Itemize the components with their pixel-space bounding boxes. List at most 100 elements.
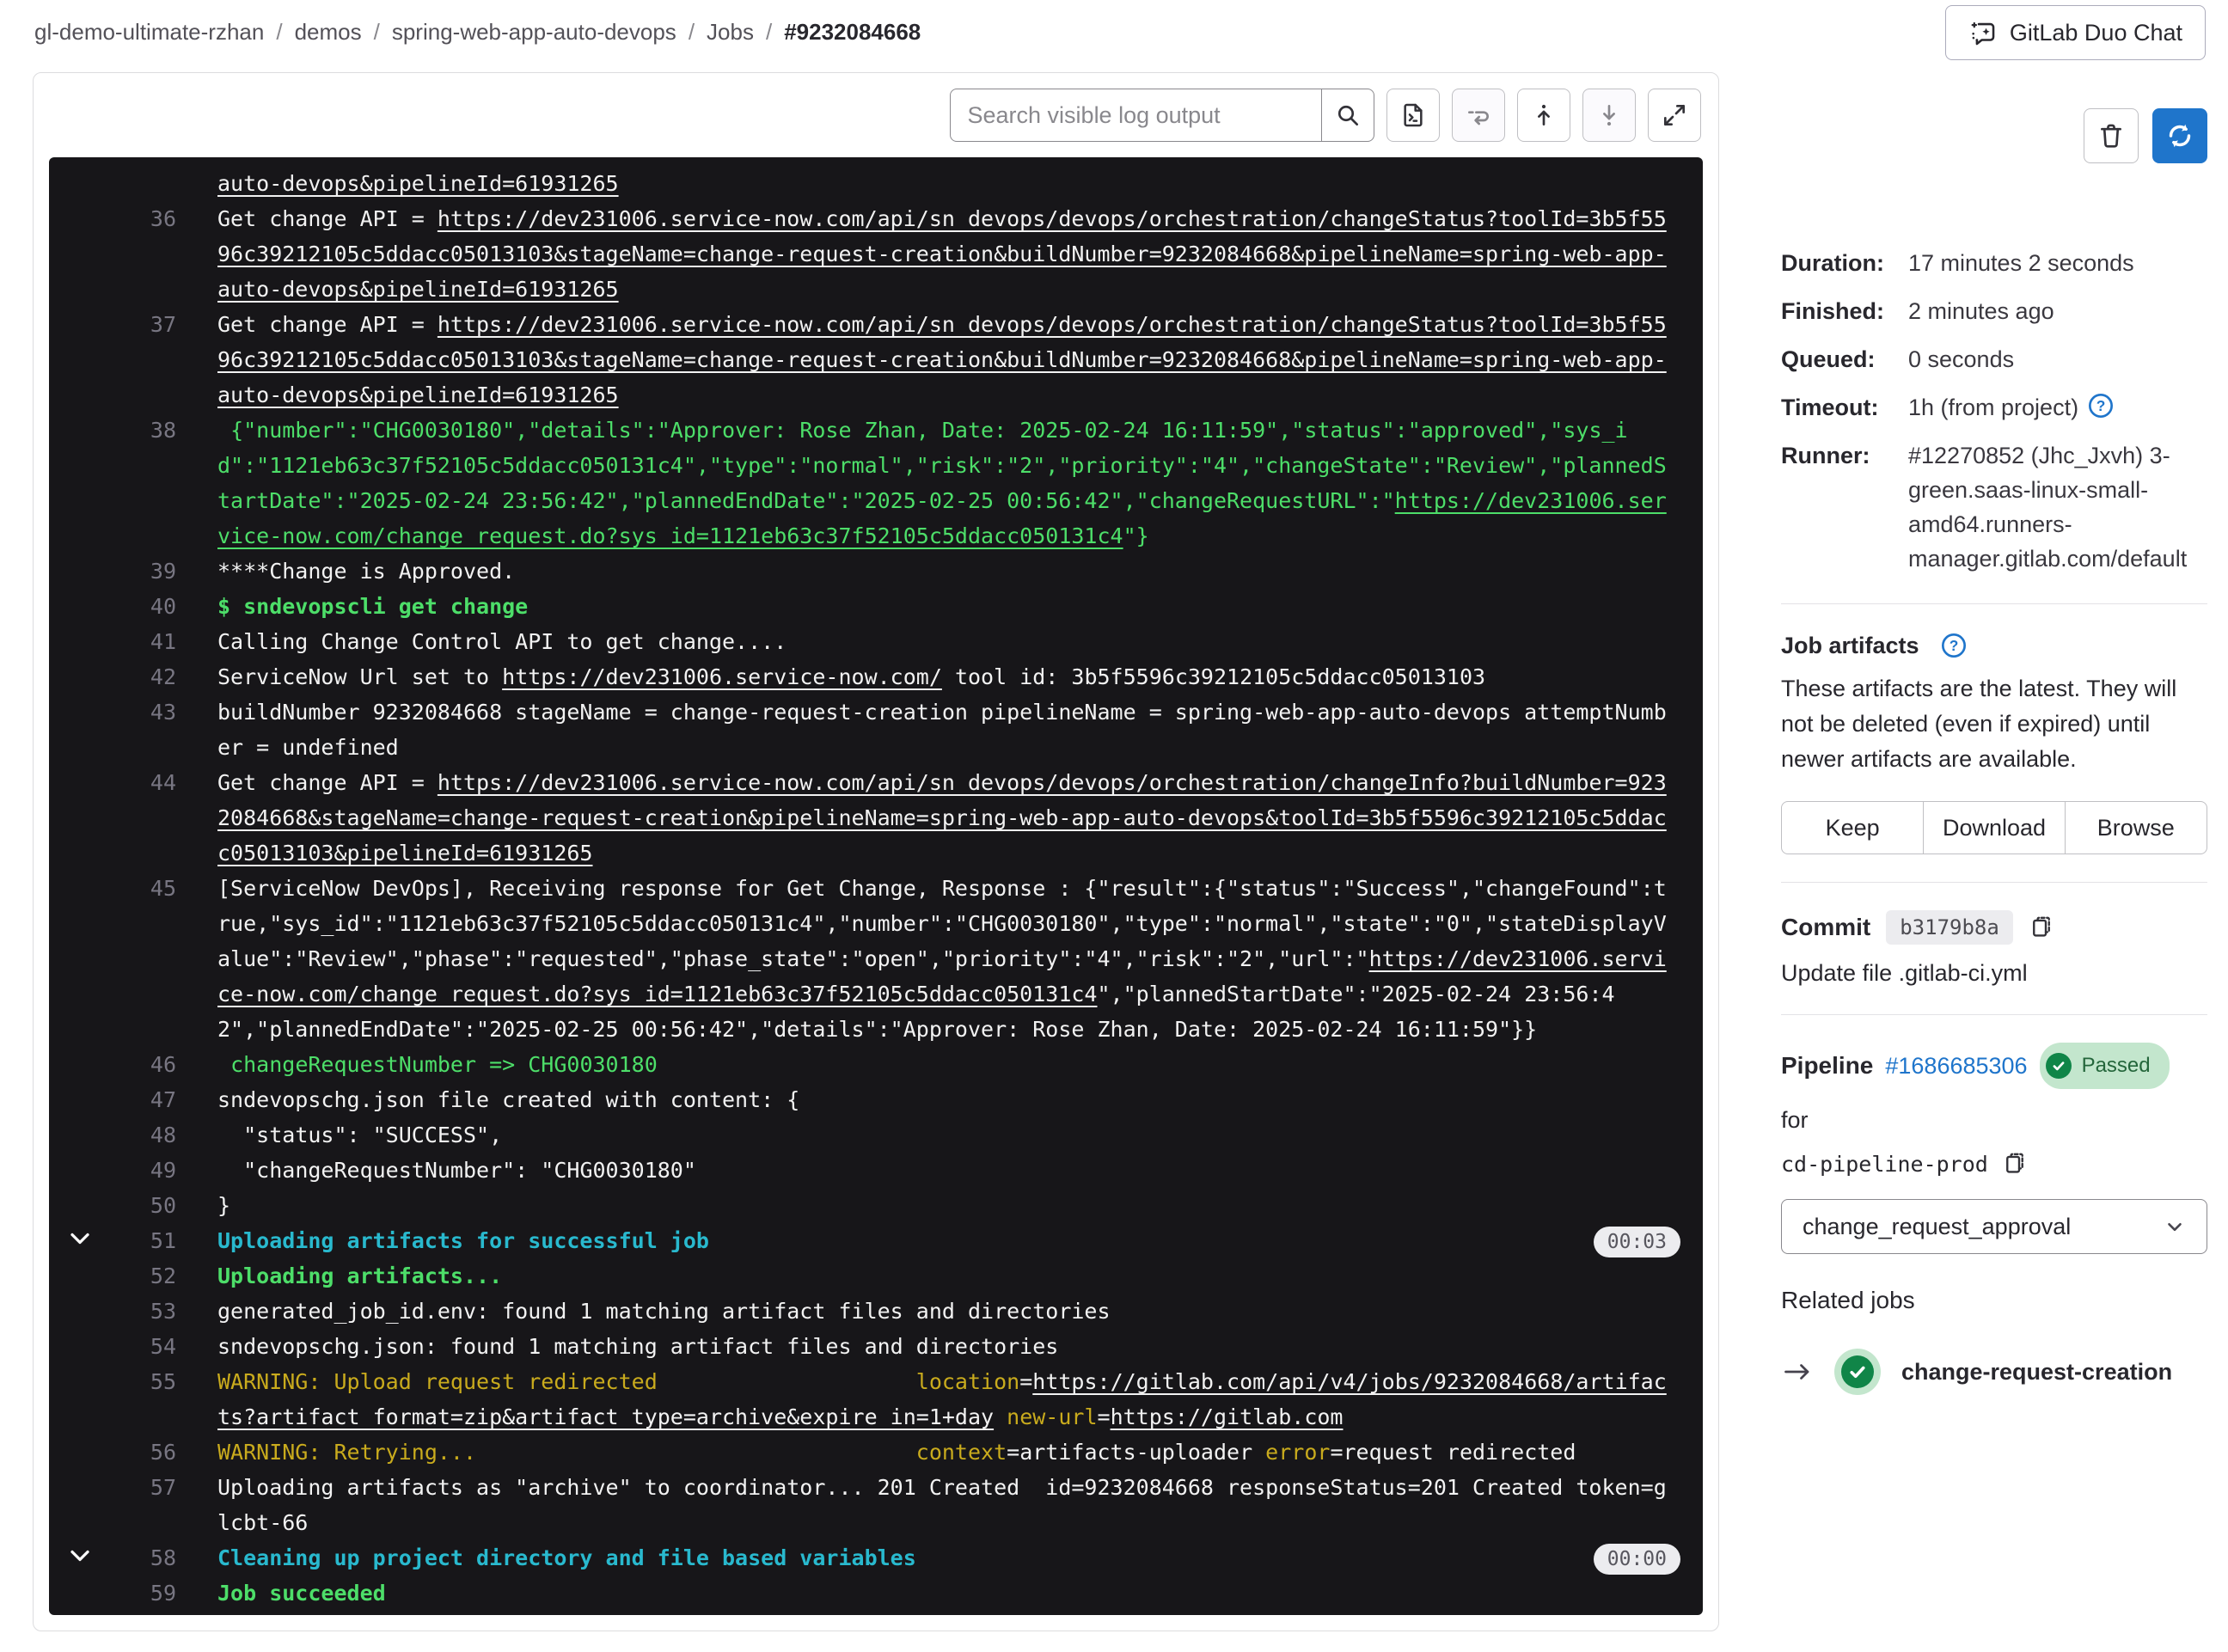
- scroll-to-bottom-button[interactable]: [1582, 89, 1636, 142]
- search-input[interactable]: [949, 89, 1323, 142]
- log-line-number[interactable]: 58: [49, 1540, 176, 1576]
- log-line: 59 Job succeeded: [49, 1576, 1703, 1611]
- log-line-number[interactable]: 38: [49, 413, 176, 448]
- log-toolbar: [949, 89, 1701, 142]
- log-line-number[interactable]: 50: [49, 1188, 176, 1223]
- browse-artifacts-button[interactable]: Browse: [2064, 801, 2207, 854]
- log-line: 54 sndevopschg.json: found 1 matching art…: [49, 1329, 1703, 1364]
- help-icon[interactable]: ?: [1940, 632, 1968, 659]
- gitlab-duo-chat-button[interactable]: GitLab Duo Chat: [1944, 5, 2206, 60]
- log-text: sndevopschg.json: found 1 matching artif…: [217, 1334, 1059, 1359]
- log-text: "status": "SUCCESS",: [217, 1123, 503, 1147]
- pipeline-status-badge[interactable]: Passed: [2039, 1043, 2170, 1089]
- duo-chat-label: GitLab Duo Chat: [2009, 19, 2182, 46]
- pipeline-id-link[interactable]: #1686685306: [1885, 1047, 2027, 1085]
- help-icon[interactable]: ?: [2087, 392, 2115, 419]
- erase-job-log-button[interactable]: [2084, 108, 2139, 163]
- log-line: 38 {"number":"CHG0030180","details":"App…: [49, 413, 1703, 554]
- pipeline-section: Pipeline #1686685306 Passed for cd-pipel…: [1781, 1043, 2207, 1254]
- log-line-number[interactable]: 57: [49, 1470, 176, 1505]
- log-line-number[interactable]: 42: [49, 659, 176, 694]
- log-line-text: auto-devops&pipelineId=61931265: [217, 166, 1674, 201]
- commit-sha-badge[interactable]: b3179b8a: [1886, 910, 2013, 945]
- log-line-text: Uploading artifacts for successful job: [217, 1223, 1674, 1258]
- log-line-number[interactable]: 40: [49, 589, 176, 624]
- log-text: }: [217, 1193, 231, 1218]
- log-line-number[interactable]: 49: [49, 1153, 176, 1188]
- fullscreen-button[interactable]: [1648, 89, 1701, 142]
- log-line-number[interactable]: 52: [49, 1258, 176, 1294]
- log-line: 55 WARNING: Upload request redirected loc…: [49, 1364, 1703, 1435]
- show-raw-log-button[interactable]: [1386, 89, 1440, 142]
- detail-label: Queued:: [1781, 346, 1876, 372]
- log-line-number[interactable]: 53: [49, 1294, 176, 1329]
- related-job-name: change-request-creation: [1901, 1358, 2173, 1385]
- log-line-number[interactable]: 47: [49, 1082, 176, 1117]
- breadcrumb-group[interactable]: gl-demo-ultimate-rzhan: [34, 19, 264, 45]
- search-button[interactable]: [1321, 89, 1374, 142]
- scroll-to-top-button[interactable]: [1517, 89, 1570, 142]
- detail-value: #12270852 (Jhc_Jxvh) 3-green.saas-linux-…: [1908, 443, 2188, 572]
- log-line-text: "status": "SUCCESS",: [217, 1117, 1674, 1153]
- breadcrumb-separator: /: [688, 19, 695, 45]
- keep-artifacts-button[interactable]: Keep: [1781, 801, 1925, 854]
- arrow-right-icon: [1781, 1361, 1814, 1382]
- log-line-number[interactable]: 48: [49, 1117, 176, 1153]
- retry-job-button[interactable]: [2152, 108, 2207, 163]
- log-line-number[interactable]: 59: [49, 1576, 176, 1611]
- breadcrumb-jobs[interactable]: Jobs: [707, 19, 754, 45]
- job-artifacts-section: Job artifacts ? These artifacts are the …: [1781, 632, 2207, 854]
- job-detail-row: Duration: 17 minutes 2 seconds: [1781, 246, 2207, 280]
- scroll-top-icon: [1530, 101, 1558, 129]
- stage-dropdown[interactable]: change_request_approval: [1781, 1199, 2207, 1254]
- detail-label: Duration:: [1781, 250, 1884, 276]
- log-line-number[interactable]: 39: [49, 554, 176, 589]
- log-line-number[interactable]: 37: [49, 307, 176, 342]
- log-line-number[interactable]: 46: [49, 1047, 176, 1082]
- breadcrumb-current-job: #9232084668: [784, 19, 921, 45]
- log-line-text: ****Change is Approved.: [217, 554, 1674, 589]
- log-line: 52 Uploading artifacts...: [49, 1258, 1703, 1294]
- log-line-number[interactable]: 36: [49, 201, 176, 236]
- duo-chat-icon: [1968, 18, 1998, 47]
- log-line: 47 sndevopschg.json file created with con…: [49, 1082, 1703, 1117]
- log-link[interactable]: https://gitlab.com: [1111, 1404, 1344, 1429]
- related-job-item[interactable]: change-request-creation: [1781, 1349, 2207, 1395]
- retry-icon: [2164, 120, 2195, 151]
- log-line: 49 "changeRequestNumber": "CHG0030180": [49, 1153, 1703, 1188]
- log-link[interactable]: auto-devops&pipelineId=61931265: [217, 171, 619, 196]
- commit-section: Commit b3179b8a Update file .gitlab-ci.y…: [1781, 910, 2207, 987]
- log-text: =request redirected: [1330, 1440, 1576, 1465]
- copy-ref-button[interactable]: [2002, 1151, 2028, 1177]
- log-line-number[interactable]: 43: [49, 694, 176, 730]
- pipeline-ref[interactable]: cd-pipeline-prod: [1781, 1152, 1988, 1177]
- log-line-number[interactable]: 45: [49, 871, 176, 906]
- log-line-number[interactable]: 55: [49, 1364, 176, 1399]
- log-text: $ sndevopscli get change: [217, 594, 529, 619]
- log-line-text: Uploading artifacts as "archive" to coor…: [217, 1470, 1674, 1540]
- log-text: location: [915, 1369, 1020, 1394]
- breadcrumb-subgroup[interactable]: demos: [295, 19, 362, 45]
- log-line-number[interactable]: 51: [49, 1223, 176, 1258]
- log-link[interactable]: https://dev231006.service-now.com/: [502, 664, 942, 689]
- log-line-number[interactable]: 56: [49, 1435, 176, 1470]
- job-details: Duration: 17 minutes 2 seconds Finished: 2 …: [1781, 246, 2207, 576]
- detail-value: 0 seconds: [1908, 346, 2015, 372]
- log-line-number[interactable]: 54: [49, 1329, 176, 1364]
- detail-label: Timeout:: [1781, 395, 1879, 420]
- log-line-number[interactable]: 44: [49, 765, 176, 800]
- log-line-text: Get change API = https://dev231006.servi…: [217, 765, 1674, 871]
- commit-message[interactable]: Update file .gitlab-ci.yml: [1781, 960, 2207, 987]
- log-search-group: [949, 89, 1374, 142]
- copy-commit-sha-button[interactable]: [2029, 915, 2054, 940]
- breadcrumb-project[interactable]: spring-web-app-auto-devops: [392, 19, 676, 45]
- log-line-number[interactable]: 41: [49, 624, 176, 659]
- wrap-lines-button[interactable]: [1452, 89, 1505, 142]
- scroll-bottom-icon: [1595, 101, 1623, 129]
- artifact-button-group: Keep Download Browse: [1781, 801, 2207, 854]
- log-text: Uploading artifacts...: [217, 1263, 503, 1288]
- download-artifacts-button[interactable]: Download: [1922, 801, 2066, 854]
- log-line-text: Cleaning up project directory and file b…: [217, 1540, 1674, 1576]
- log-text: Calling Change Control API to get change…: [217, 629, 787, 654]
